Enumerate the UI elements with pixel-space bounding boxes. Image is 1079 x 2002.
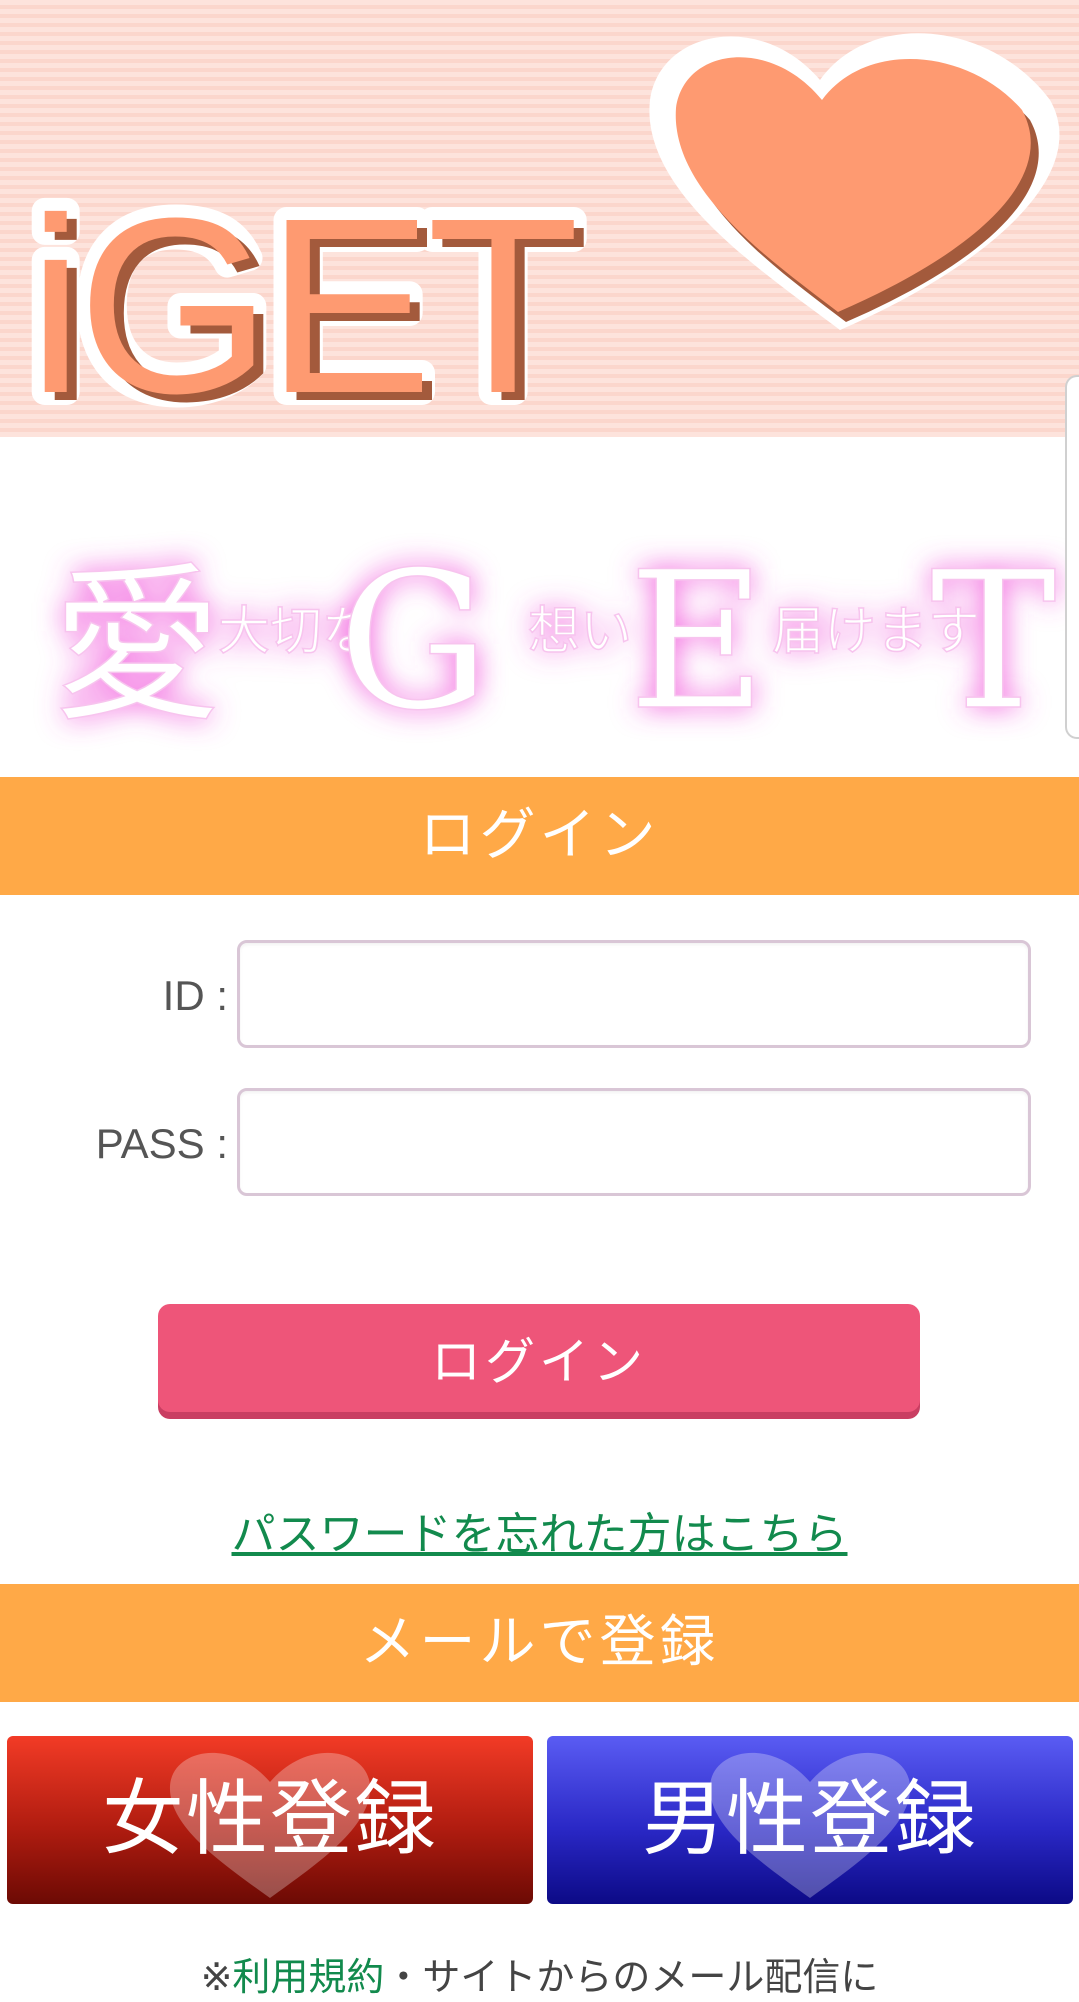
scroll-indicator[interactable]	[1065, 375, 1079, 739]
logo-graphic: iGET iGET iGET	[15, 33, 1060, 437]
male-register-button[interactable]: 男性登録	[547, 1736, 1073, 1904]
female-register-button[interactable]: 女性登録	[7, 1736, 533, 1904]
mail-register-title: メールで登録	[0, 1584, 1079, 1702]
id-input[interactable]	[237, 940, 1031, 1048]
tagline-big-4: T	[930, 531, 1057, 752]
male-register-label: 男性登録	[641, 1772, 978, 1867]
tagline-banner: 愛 大切な G 想い E 届けます T 愛 大切な G 想い E 届けます T	[0, 437, 1079, 774]
terms-link[interactable]: 利用規約	[232, 1955, 384, 1999]
login-button[interactable]: ログイン	[158, 1304, 920, 1412]
terms-suffix: ・サイトからのメール配信に	[384, 1955, 879, 1999]
tagline-big-1: 愛	[52, 548, 222, 746]
tagline-small-2: 想い	[528, 602, 632, 662]
id-label: ID :	[162, 972, 228, 1019]
terms-prefix: ※	[200, 1955, 233, 1999]
forgot-password-link[interactable]: パスワードを忘れた方はこちら	[0, 1498, 1079, 1562]
tagline-big-2: G	[338, 531, 490, 752]
terms-notice: ※利用規約・サイトからのメール配信に	[0, 1946, 1079, 2001]
logo-text: iGET	[28, 166, 574, 437]
female-register-label: 女性登録	[101, 1772, 438, 1867]
login-section-title: ログイン	[0, 777, 1079, 895]
heart-icon	[649, 33, 1060, 330]
password-input[interactable]	[237, 1088, 1031, 1196]
tagline-big-3: E	[628, 531, 767, 752]
hero-logo-banner: iGET iGET iGET	[0, 0, 1079, 437]
pass-label: PASS :	[95, 1120, 228, 1167]
